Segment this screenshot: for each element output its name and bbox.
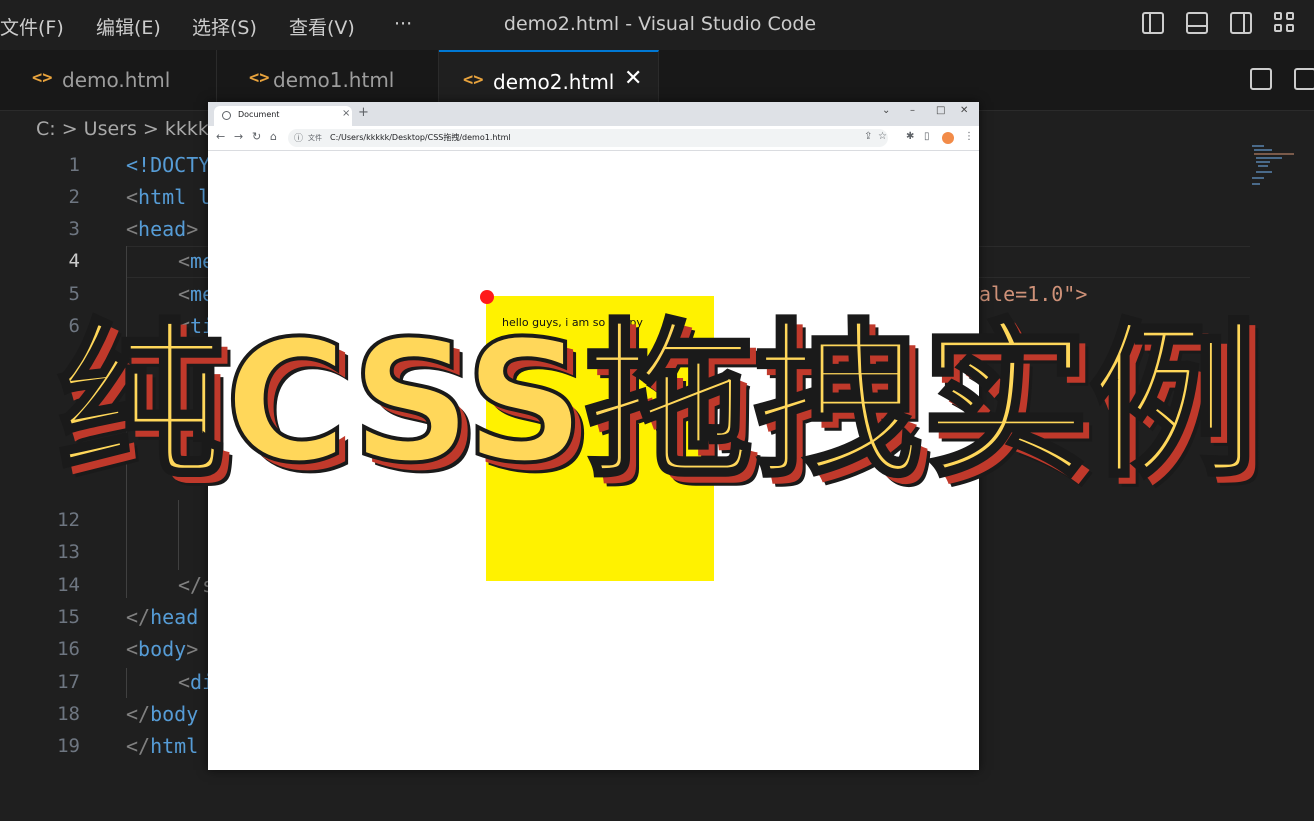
menu-view[interactable]: 查看(V) <box>289 13 355 40</box>
split-editor-icon[interactable] <box>1294 68 1314 90</box>
browser-tab[interactable]: Document × <box>214 106 352 126</box>
toggle-panel-icon[interactable] <box>1186 12 1208 34</box>
browser-tab-strip: Document × + ⌄ – □ ✕ <box>208 102 979 126</box>
tab-search-icon[interactable]: ⌄ <box>882 105 890 116</box>
line-number: 15 <box>57 606 80 628</box>
globe-icon <box>222 111 231 120</box>
line-number: 5 <box>68 283 80 305</box>
menu-more[interactable]: ··· <box>394 13 412 35</box>
back-icon[interactable]: ← <box>216 130 225 143</box>
bookmark-star-icon[interactable]: ☆ <box>878 131 887 142</box>
browser-tab-title: Document <box>238 110 280 119</box>
url-text[interactable]: C:/Users/kkkkk/Desktop/CSS拖拽/demo1.html <box>330 132 511 143</box>
html-file-icon: <> <box>249 68 270 88</box>
line-number: 17 <box>57 671 80 693</box>
maximize-icon[interactable]: □ <box>936 105 945 116</box>
browser-toolbar: ← → ↻ ⌂ ⓘ 文件 C:/Users/kkkkk/Desktop/CSS拖… <box>208 126 979 151</box>
scheme-label: 文件 <box>308 134 322 142</box>
tab-demo-html[interactable]: <> demo.html <box>0 50 217 110</box>
title-bar: 文件(F) 编辑(E) 选择(S) 查看(V) ··· demo2.html -… <box>0 0 1314 50</box>
code-line-1[interactable]: <!DOCTY <box>126 153 210 177</box>
html-file-icon: <> <box>32 68 53 88</box>
info-icon[interactable]: ⓘ <box>294 131 303 144</box>
overlay-title: 纯CSS拖拽实例 <box>55 304 1260 500</box>
toggle-secondary-sidebar-icon[interactable] <box>1230 12 1252 34</box>
home-icon[interactable]: ⌂ <box>270 130 277 143</box>
code-line-5-tail[interactable]: ale=1.0"> <box>979 282 1087 306</box>
side-panel-icon[interactable]: ▯ <box>924 131 930 142</box>
line-number: 4 <box>68 250 80 272</box>
menu-select[interactable]: 选择(S) <box>192 13 257 40</box>
html-file-icon: <> <box>463 70 484 90</box>
kebab-menu-icon[interactable]: ⋮ <box>964 131 974 142</box>
close-icon[interactable]: ✕ <box>624 66 642 91</box>
breadcrumb[interactable]: C: > Users > kkkk <box>36 118 209 140</box>
new-tab-button[interactable]: + <box>358 105 369 120</box>
minimap[interactable] <box>1252 145 1302 195</box>
line-number: 19 <box>57 735 80 757</box>
code-line-16[interactable]: <body> <box>126 637 198 661</box>
code-line-19[interactable]: </html <box>126 734 198 758</box>
profile-avatar[interactable] <box>942 132 954 144</box>
tab-label: demo1.html <box>273 68 395 92</box>
line-number: 16 <box>57 638 80 660</box>
minimize-icon[interactable]: – <box>910 105 915 116</box>
line-number: 18 <box>57 703 80 725</box>
line-number: 14 <box>57 574 80 596</box>
code-line-15[interactable]: </head <box>126 605 198 629</box>
tab-demo1-html[interactable]: <> demo1.html <box>217 50 439 110</box>
customize-layout-icon[interactable] <box>1274 12 1296 34</box>
tab-label: demo.html <box>62 68 171 92</box>
line-number: 1 <box>68 154 80 176</box>
extensions-icon[interactable]: ✱ <box>906 131 914 142</box>
line-number: 13 <box>57 541 80 563</box>
code-line-18[interactable]: </body <box>126 702 198 726</box>
forward-icon[interactable]: → <box>234 130 243 143</box>
code-line-2[interactable]: <html l <box>126 185 210 209</box>
open-preview-icon[interactable] <box>1250 68 1272 90</box>
window-close-icon[interactable]: ✕ <box>960 105 968 116</box>
menu-file[interactable]: 文件(F) <box>0 13 64 40</box>
line-number: 3 <box>68 218 80 240</box>
indent-guide <box>126 668 127 698</box>
toggle-primary-sidebar-icon[interactable] <box>1142 12 1164 34</box>
drag-handle[interactable] <box>480 290 494 304</box>
tab-demo2-html[interactable]: <> demo2.html ✕ <box>439 50 659 110</box>
indent-guide <box>178 500 179 570</box>
tab-label: demo2.html <box>493 70 615 94</box>
address-bar[interactable]: ⓘ 文件 C:/Users/kkkkk/Desktop/CSS拖拽/demo1.… <box>288 129 888 147</box>
code-line-3[interactable]: <head> <box>126 217 198 241</box>
line-number: 2 <box>68 186 80 208</box>
line-number: 12 <box>57 509 80 531</box>
reload-icon[interactable]: ↻ <box>252 130 261 143</box>
share-icon[interactable]: ⇪ <box>864 131 872 142</box>
close-icon[interactable]: × <box>342 108 350 119</box>
menu-edit[interactable]: 编辑(E) <box>96 13 161 40</box>
window-title: demo2.html - Visual Studio Code <box>503 13 817 35</box>
